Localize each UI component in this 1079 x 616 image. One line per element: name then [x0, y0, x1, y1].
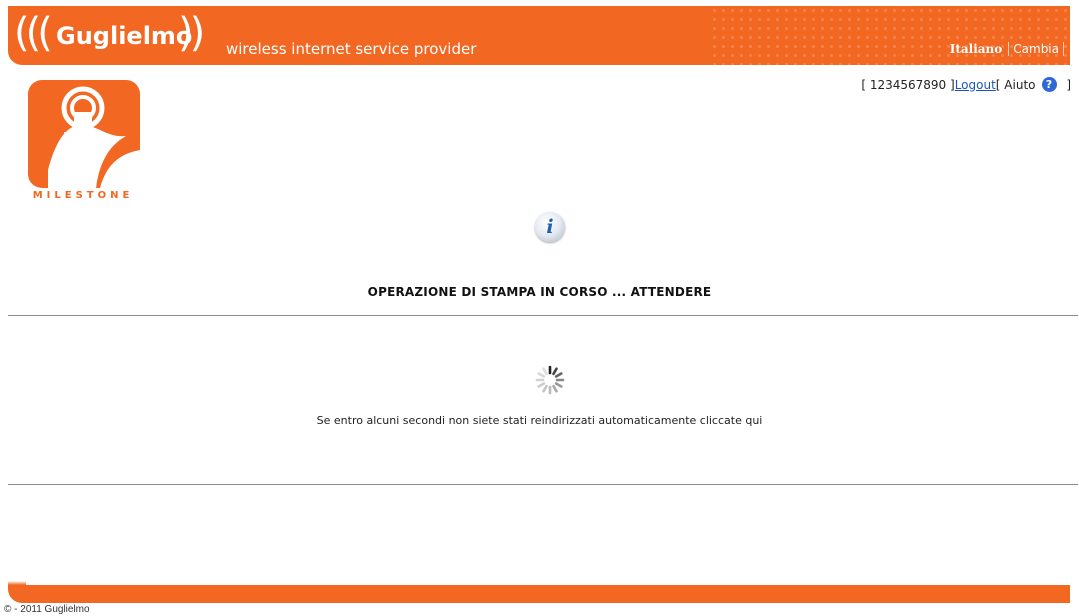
brand-left-parens: ((( — [14, 10, 53, 56]
language-selector: Italiano Cambia — [950, 42, 1064, 56]
copyright-text: © - 2011 Guglielmo — [4, 604, 90, 615]
current-language: Italiano — [949, 42, 1003, 56]
divider — [8, 315, 1078, 316]
brand-name: Guglielmo — [56, 22, 193, 50]
user-bar: [ 1234567890 ] Logout [ Aiuto ? ] — [861, 77, 1071, 92]
help-label[interactable]: Aiuto — [1004, 78, 1035, 92]
bracket: [ — [995, 77, 1005, 92]
milestone-logo — [28, 80, 140, 188]
bracket: ] — [946, 77, 955, 92]
divider — [8, 484, 1078, 485]
header-dot-pattern — [710, 6, 1070, 65]
status-title: OPERAZIONE DI STAMPA IN CORSO ... ATTEND… — [367, 285, 712, 299]
divider — [1063, 42, 1064, 56]
loading-spinner-icon — [535, 365, 565, 395]
bracket: ] — [1062, 77, 1071, 92]
footer-bar — [8, 581, 1070, 603]
brand-tagline: wireless internet service provider — [226, 40, 477, 58]
account-id: 1234567890 — [869, 77, 947, 92]
brand-right-parens: )) — [178, 10, 205, 56]
header-bar: ((( Guglielmo )) wireless internet servi… — [8, 6, 1070, 65]
change-language-link[interactable]: Cambia — [1009, 42, 1063, 56]
redirect-message[interactable]: Se entro alcuni secondi non siete stati … — [0, 414, 1079, 427]
info-icon: i — [535, 212, 565, 242]
logout-link[interactable]: Logout — [955, 78, 996, 92]
logo-wordmark: MILESTONE — [32, 190, 134, 201]
bracket: [ — [861, 77, 870, 92]
help-icon[interactable]: ? — [1041, 77, 1057, 92]
